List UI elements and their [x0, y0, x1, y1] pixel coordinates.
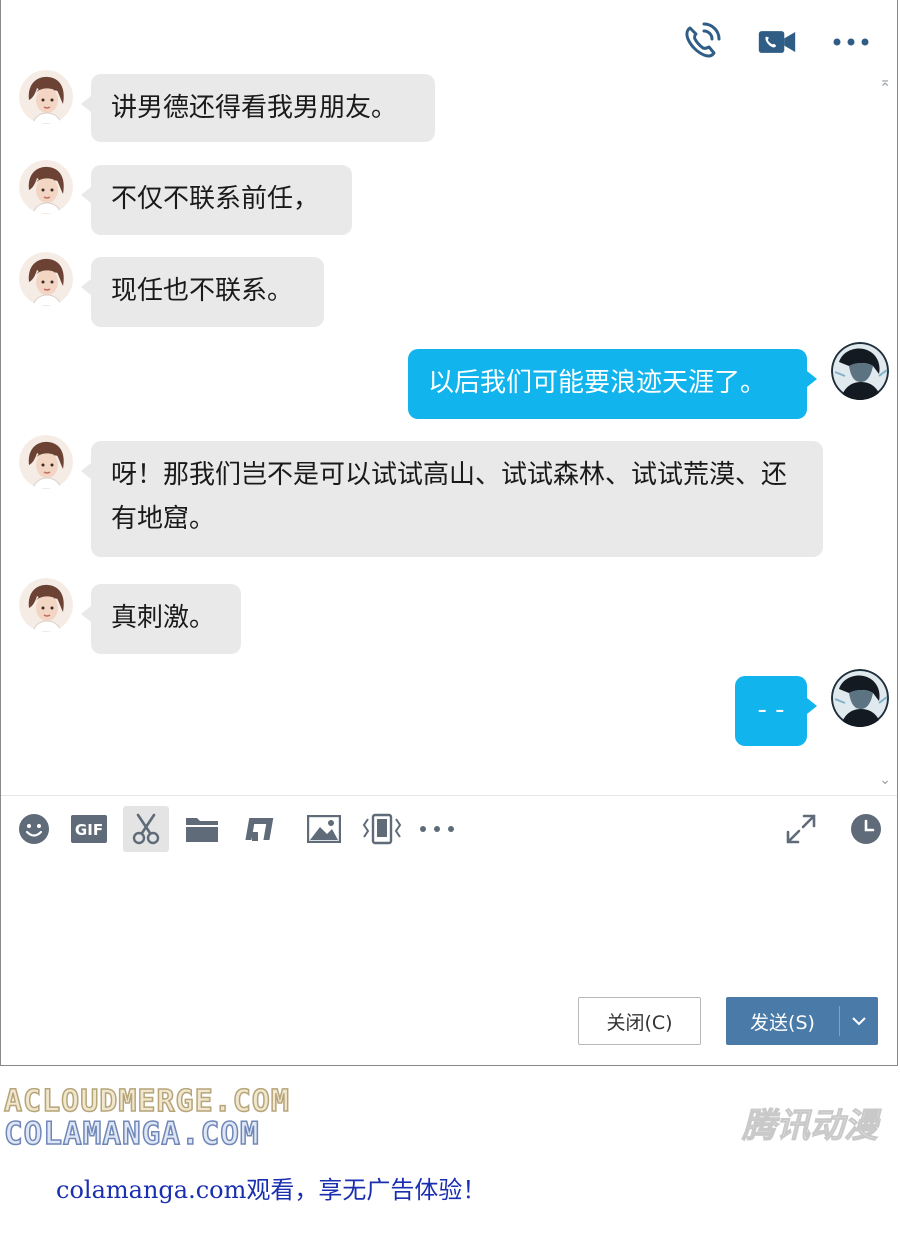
message-bubble-incoming[interactable]: 讲男德还得看我男朋友。	[81, 74, 435, 142]
message-bubble-outgoing[interactable]: - -	[735, 676, 817, 746]
close-button[interactable]: 关闭(C)	[578, 997, 701, 1045]
chat-window: ⌅ 讲男德还得看我男朋友。 不仅不联系前任， 现任也不联系。 以后我们可能要浪迹…	[0, 0, 898, 1066]
input-toolbar: GIF	[1, 802, 897, 856]
send-button[interactable]: 发送(S)	[726, 997, 878, 1045]
message-list: 讲男德还得看我男朋友。 不仅不联系前任， 现任也不联系。 以后我们可能要浪迹天涯…	[1, 62, 897, 792]
message-bubble-outgoing[interactable]: 以后我们可能要浪迹天涯了。	[408, 349, 817, 419]
message-bubble-incoming[interactable]: 现任也不联系。	[81, 257, 324, 327]
message-text: 现任也不联系。	[111, 276, 294, 306]
image-icon[interactable]	[301, 806, 347, 852]
message-bubble-incoming[interactable]: 不仅不联系前任，	[81, 165, 352, 235]
voice-call-icon[interactable]	[681, 22, 721, 62]
shake-window-icon[interactable]	[359, 806, 405, 852]
scroll-down-icon[interactable]: ⌄	[879, 772, 891, 788]
promo-text: colamanga.com观看，享无广告体验！	[56, 1176, 487, 1204]
watermark-acloudmerge: ACLOUDMERGE.COM	[3, 1083, 290, 1120]
message-text: 不仅不联系前任，	[111, 184, 320, 214]
send-options-chevron-down-icon[interactable]	[840, 1016, 878, 1026]
message-text: 真刺激。	[111, 603, 216, 633]
watermark-brand-logo: 腾讯动漫	[742, 1106, 879, 1147]
more-options-icon[interactable]	[831, 22, 871, 62]
message-input[interactable]	[11, 862, 887, 982]
screenshot-icon[interactable]	[123, 806, 169, 852]
avatar[interactable]	[19, 160, 73, 214]
expand-icon[interactable]	[778, 806, 824, 852]
message-text: 以后我们可能要浪迹天涯了。	[428, 368, 767, 398]
avatar[interactable]	[831, 342, 889, 400]
avatar[interactable]	[19, 578, 73, 632]
divider	[1, 795, 897, 796]
message-bubble-incoming[interactable]: 真刺激。	[81, 584, 241, 654]
message-bubble-incoming[interactable]: 呀！那我们岂不是可以试试高山、试试森林、试试荒漠、还有地窟。	[81, 441, 823, 557]
music-icon[interactable]	[238, 806, 284, 852]
send-button-label: 发送(S)	[750, 1011, 815, 1034]
gif-icon[interactable]: GIF	[66, 806, 112, 852]
more-tools-icon[interactable]	[414, 806, 460, 852]
close-button-label: 关闭(C)	[606, 1011, 673, 1034]
message-text: - -	[757, 695, 785, 725]
history-icon[interactable]	[843, 806, 889, 852]
watermark-colamanga: COLAMANGA.COM	[3, 1115, 260, 1153]
message-text: 呀！那我们岂不是可以试试高山、试试森林、试试荒漠、还有地窟。	[111, 460, 788, 534]
avatar[interactable]	[19, 435, 73, 489]
message-text: 讲男德还得看我男朋友。	[111, 93, 398, 123]
avatar[interactable]	[831, 669, 889, 727]
avatar[interactable]	[19, 252, 73, 306]
avatar[interactable]	[19, 70, 73, 124]
video-call-icon[interactable]	[757, 22, 797, 62]
emoji-icon[interactable]	[11, 806, 57, 852]
gif-label: GIF	[75, 821, 103, 839]
folder-icon[interactable]	[179, 806, 225, 852]
